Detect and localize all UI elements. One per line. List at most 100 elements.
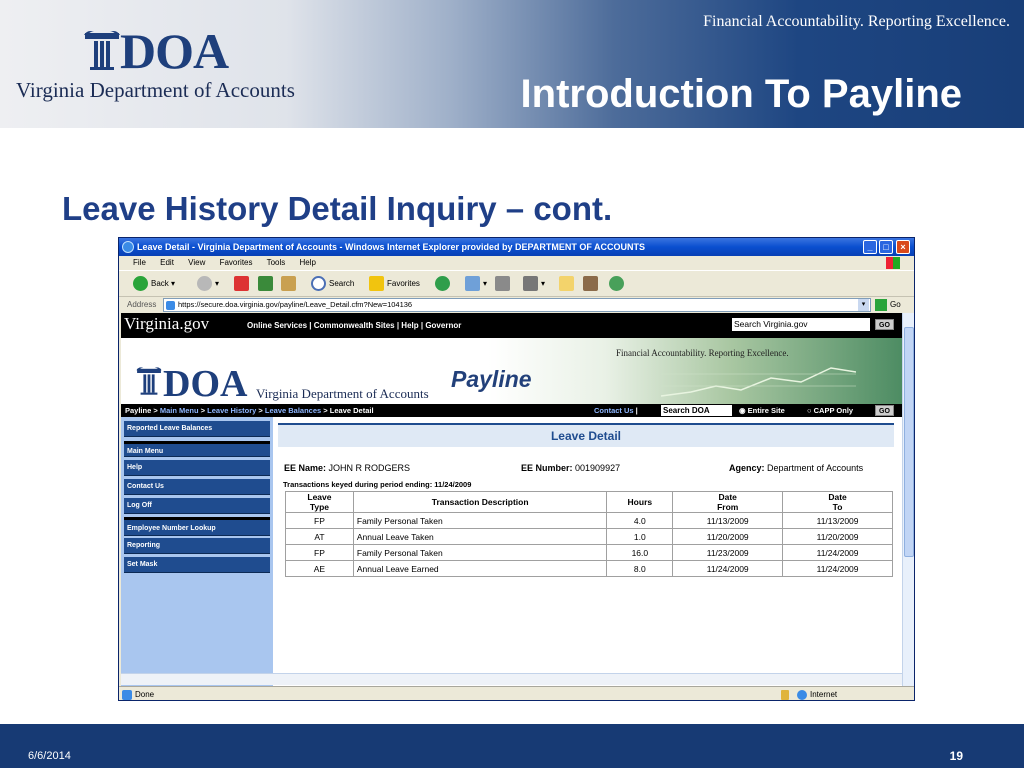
close-icon[interactable]: × bbox=[896, 240, 910, 254]
history-button[interactable] bbox=[435, 276, 453, 292]
agency-value: Department of Accounts bbox=[767, 463, 864, 473]
address-bar: Address https://secure.doa.virginia.gov/… bbox=[119, 297, 914, 313]
cell-date-to: 11/24/2009 bbox=[782, 560, 893, 577]
chevron-down-icon[interactable]: ▾ bbox=[858, 299, 869, 311]
menu-file[interactable]: File bbox=[133, 258, 146, 267]
nav-contact-us[interactable]: Contact Us bbox=[124, 479, 270, 495]
home-icon bbox=[281, 276, 296, 292]
ee-name-value: JOHN R RODGERS bbox=[328, 463, 411, 473]
menu-tools[interactable]: Tools bbox=[267, 258, 286, 267]
page-content: Virginia.gov Online Services | Commonwea… bbox=[121, 313, 902, 686]
address-input[interactable]: https://secure.doa.virginia.gov/payline/… bbox=[163, 298, 871, 312]
cell-description: Annual Leave Earned bbox=[352, 560, 608, 577]
col-leave-type: Leave Type bbox=[285, 491, 354, 513]
doa-wordmark: DOA bbox=[120, 23, 229, 79]
back-arrow-icon bbox=[133, 276, 148, 292]
column-logo-icon bbox=[136, 367, 162, 395]
nav-main-menu[interactable]: Main Menu bbox=[124, 441, 270, 457]
messenger-button[interactable] bbox=[609, 276, 627, 292]
vagov-links[interactable]: Online Services | Commonwealth Sites | H… bbox=[247, 321, 461, 330]
ie-icon bbox=[122, 241, 134, 253]
banner-doa-subtitle: Virginia Department of Accounts bbox=[256, 386, 429, 401]
radio-icon: ○ bbox=[807, 406, 812, 415]
cell-date-from: 11/24/2009 bbox=[672, 560, 784, 577]
nav-help[interactable]: Help bbox=[124, 460, 270, 476]
edit-icon bbox=[523, 276, 538, 292]
doa-logo-subtitle: Virginia Department of Accounts bbox=[16, 78, 295, 102]
col-leave-line1: Leave bbox=[307, 492, 332, 502]
refresh-button[interactable] bbox=[258, 276, 276, 292]
banner-chart-graphic bbox=[661, 367, 856, 397]
col-leave-line2: Type bbox=[309, 502, 330, 512]
page-icon bbox=[166, 301, 175, 310]
breadcrumb: Payline > Main Menu > Leave History > Le… bbox=[121, 404, 902, 417]
ee-number-label: EE Number: bbox=[521, 463, 573, 473]
edit-button[interactable]: ▾ bbox=[523, 276, 545, 292]
security-zone: Internet bbox=[797, 687, 837, 700]
forward-arrow-icon bbox=[197, 276, 212, 292]
back-button[interactable]: Back ▾ bbox=[133, 276, 175, 292]
breadcrumb-separator: > bbox=[151, 406, 160, 415]
search-doa-go-button[interactable]: GO bbox=[875, 405, 894, 416]
cell-description: Family Personal Taken bbox=[352, 544, 608, 561]
contact-us-link[interactable]: Contact Us bbox=[594, 406, 634, 415]
minimize-icon[interactable]: _ bbox=[863, 240, 877, 254]
research-icon bbox=[583, 276, 598, 292]
banner-app-name: Payline bbox=[451, 366, 532, 392]
leave-detail-heading: Leave Detail bbox=[278, 423, 894, 447]
stop-button[interactable] bbox=[234, 276, 252, 292]
globe-icon bbox=[797, 689, 807, 700]
folder-icon bbox=[559, 276, 574, 292]
page-number: 19 bbox=[949, 749, 963, 763]
col-from-line1: Date bbox=[718, 492, 737, 502]
messenger-icon bbox=[609, 276, 624, 292]
print-icon bbox=[495, 276, 510, 292]
search-label: Search bbox=[329, 279, 355, 288]
column-logo-icon bbox=[84, 31, 120, 70]
col-date-from: Date From bbox=[672, 491, 784, 513]
go-button[interactable]: Go bbox=[875, 298, 901, 312]
table-row: AT Annual Leave Taken 1.0 11/20/2009 11/… bbox=[285, 528, 893, 545]
refresh-icon bbox=[258, 276, 273, 292]
breadcrumb-main-menu[interactable]: Main Menu bbox=[160, 406, 199, 415]
horizontal-scrollbar[interactable] bbox=[121, 673, 902, 685]
radio-selected-icon: ◉ bbox=[739, 406, 746, 415]
col-transaction-description: Transaction Description bbox=[352, 491, 608, 513]
menu-view[interactable]: View bbox=[188, 258, 205, 267]
menu-help[interactable]: Help bbox=[300, 258, 316, 267]
folder-button[interactable] bbox=[559, 276, 577, 292]
table-header-row: Leave Type Transaction Description Hours … bbox=[285, 491, 893, 513]
vagov-go-button[interactable]: GO bbox=[875, 319, 894, 330]
print-button[interactable] bbox=[495, 276, 513, 292]
search-doa-input[interactable]: Search DOA bbox=[661, 405, 732, 416]
breadcrumb-leave-balances[interactable]: Leave Balances bbox=[265, 406, 321, 415]
breadcrumb-current: Leave Detail bbox=[329, 406, 374, 415]
mail-button[interactable]: ▾ bbox=[465, 276, 487, 292]
nav-set-mask[interactable]: Set Mask bbox=[124, 557, 270, 573]
cell-hours: 4.0 bbox=[606, 512, 674, 529]
capp-only-radio[interactable]: ○ CAPP Only bbox=[807, 404, 853, 417]
entire-site-radio[interactable]: ◉ Entire Site bbox=[739, 404, 785, 417]
cell-date-from: 11/23/2009 bbox=[672, 544, 784, 561]
nav-reporting[interactable]: Reporting bbox=[124, 538, 270, 554]
search-button[interactable]: Search bbox=[311, 276, 354, 292]
cell-hours: 1.0 bbox=[606, 528, 674, 545]
home-button[interactable] bbox=[281, 276, 299, 292]
forward-button[interactable]: ▾ bbox=[197, 276, 219, 292]
menu-edit[interactable]: Edit bbox=[160, 258, 174, 267]
breadcrumb-leave-history[interactable]: Leave History bbox=[207, 406, 256, 415]
nav-employee-number-lookup[interactable]: Employee Number Lookup bbox=[124, 517, 270, 536]
vagov-search-input[interactable]: Search Virginia.gov bbox=[732, 318, 870, 331]
scrollbar-thumb[interactable] bbox=[904, 327, 914, 557]
favorites-button[interactable]: Favorites bbox=[369, 276, 420, 292]
vertical-scrollbar[interactable] bbox=[902, 313, 914, 686]
nav-reported-leave-balances[interactable]: Reported Leave Balances bbox=[124, 421, 270, 437]
research-button[interactable] bbox=[583, 276, 601, 292]
vagov-logo[interactable]: Virginia.gov bbox=[124, 314, 209, 334]
page-done-icon bbox=[122, 690, 132, 700]
nav-log-off[interactable]: Log Off bbox=[124, 498, 270, 514]
maximize-icon[interactable]: □ bbox=[879, 240, 893, 254]
col-from-line2: From bbox=[717, 502, 739, 512]
agency-label: Agency: bbox=[729, 463, 765, 473]
menu-favorites[interactable]: Favorites bbox=[220, 258, 253, 267]
